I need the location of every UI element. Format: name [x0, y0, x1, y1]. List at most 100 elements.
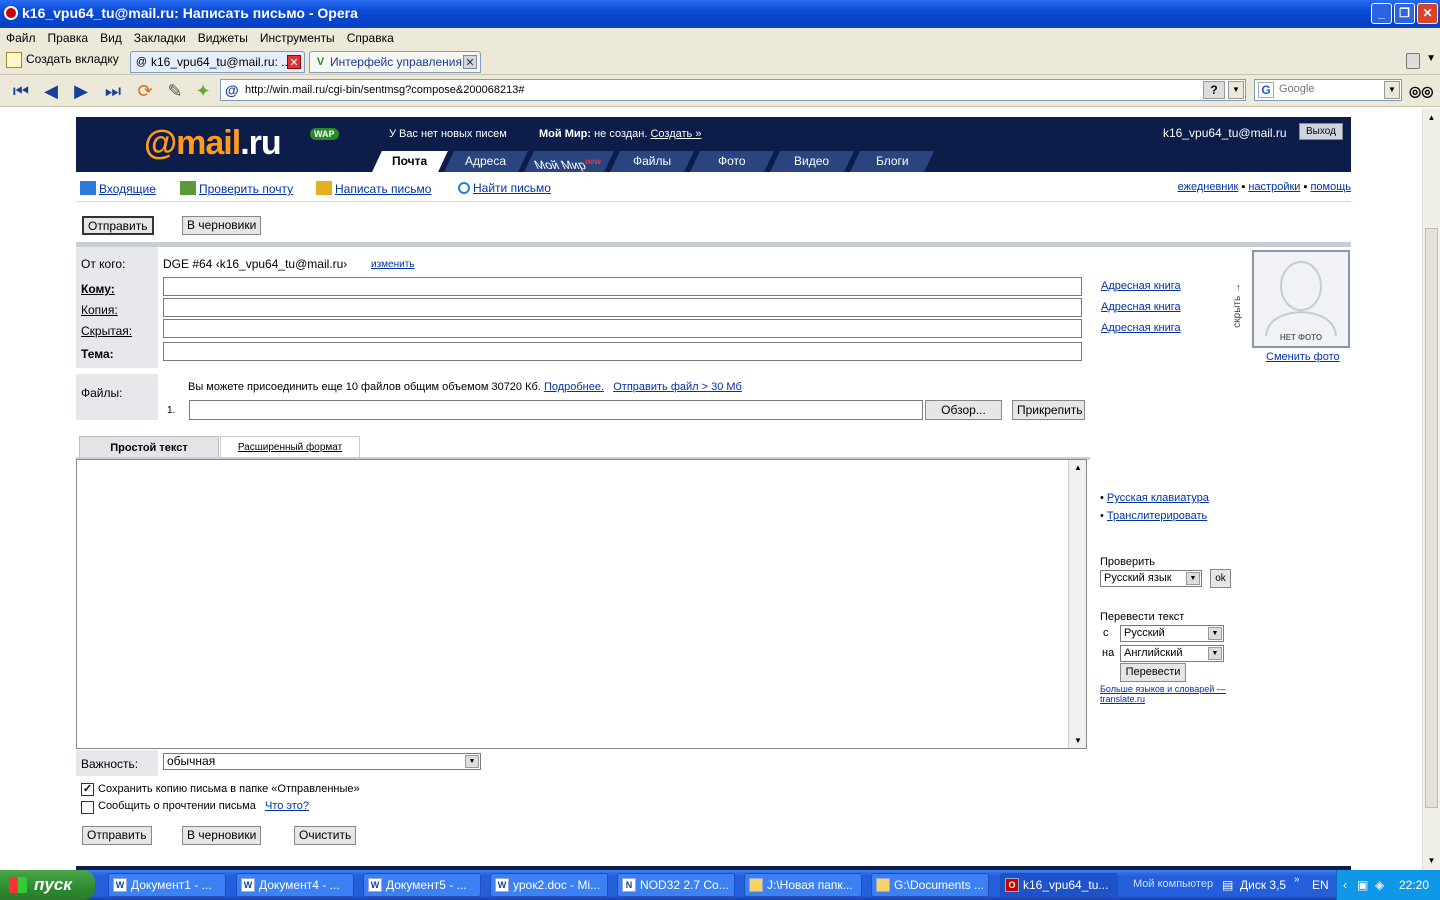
scroll-down-icon[interactable]: ▼ — [1071, 736, 1085, 745]
bcc-label[interactable]: Скрытая: — [81, 324, 132, 338]
find-mail-link[interactable]: Найти письмо — [458, 181, 551, 195]
to-input[interactable] — [163, 277, 1082, 296]
inbox-link[interactable]: Входящие — [80, 181, 156, 196]
save-copy-checkbox[interactable]: ✓ — [81, 783, 94, 796]
my-computer-toolbar[interactable]: Мой компьютер — [1133, 878, 1213, 890]
restore-button[interactable]: ❐ — [1394, 3, 1415, 24]
url-input[interactable] — [245, 82, 1195, 98]
change-photo-link[interactable]: Сменить фото — [1266, 351, 1340, 363]
menu-widgets[interactable]: Виджеты — [192, 28, 254, 45]
tab-blogs[interactable]: Блоги — [850, 151, 934, 172]
tab-photo[interactable]: Фото — [690, 151, 774, 172]
menu-bookmarks[interactable]: Закладки — [128, 28, 192, 45]
create-my-world-link[interactable]: Создать » — [650, 128, 701, 140]
subject-input[interactable] — [163, 342, 1082, 361]
glasses-icon[interactable]: ◎◎ — [1409, 83, 1433, 100]
cc-label[interactable]: Копия: — [81, 303, 118, 317]
send-button-bottom[interactable]: Отправить — [82, 826, 152, 845]
settings-link[interactable]: настройки — [1248, 181, 1300, 193]
importance-select[interactable]: обычная ▼ — [163, 753, 481, 770]
compose-link[interactable]: Написать письмо — [316, 181, 431, 196]
mailru-logo[interactable]: @mail.ru — [144, 124, 282, 163]
tray-arrow-icon[interactable]: ‹ — [1343, 878, 1347, 892]
page-scrollbar[interactable]: ▲ ▼ — [1422, 108, 1440, 870]
address-book-cc-link[interactable]: Адресная книга — [1101, 301, 1181, 313]
tab-video[interactable]: Видео — [770, 151, 854, 172]
editor-scrollbar[interactable]: ▲ ▼ — [1068, 460, 1086, 748]
close-tab-icon[interactable]: ✕ — [287, 55, 301, 69]
rewind-icon[interactable]: ⏮ — [10, 80, 32, 102]
menu-help[interactable]: Справка — [341, 28, 400, 45]
security-icon[interactable]: ◈ — [1375, 878, 1384, 892]
what-is-this-link[interactable]: Что это? — [265, 800, 309, 812]
task-folder-g[interactable]: G:\Documents ... — [871, 873, 989, 897]
address-book-bcc-link[interactable]: Адресная книга — [1101, 322, 1181, 334]
drafts-button-bottom[interactable]: В черновики — [182, 826, 262, 845]
translit-link[interactable]: Транслитерировать — [1107, 510, 1207, 522]
send-button-top[interactable]: Отправить — [82, 216, 154, 235]
hide-photo-link[interactable]: скрыть → — [1232, 283, 1243, 328]
message-body-input[interactable] — [79, 462, 1067, 746]
google-icon[interactable]: G — [1258, 82, 1274, 98]
network-icon[interactable]: ▣ — [1357, 878, 1368, 892]
menu-file[interactable]: Файл — [0, 28, 42, 45]
read-receipt-checkbox[interactable] — [81, 801, 94, 814]
clear-button[interactable]: Очистить — [294, 826, 357, 845]
to-label[interactable]: Кому: — [81, 282, 115, 296]
menu-tools[interactable]: Инструменты — [254, 28, 341, 45]
language-indicator[interactable]: EN — [1312, 878, 1329, 892]
change-sender-link[interactable]: изменить — [371, 259, 415, 270]
tab-mail[interactable]: @ k16_vpu64_tu@mail.ru: ... ✕ — [130, 51, 305, 73]
translate-button[interactable]: Перевести — [1120, 663, 1186, 682]
back-icon[interactable]: ◀ — [40, 80, 62, 102]
close-tab-icon[interactable]: ✕ — [463, 55, 477, 69]
wand-icon[interactable]: ✦ — [192, 80, 214, 102]
disk-icon[interactable]: ▤ — [1222, 878, 1233, 892]
start-button[interactable]: пуск — [0, 870, 95, 900]
ru-keyboard-link[interactable]: Русская клавиатура — [1107, 492, 1209, 504]
more-languages-link[interactable]: Больше языков и словарей — translate.ru — [1100, 684, 1226, 704]
task-document1[interactable]: W Документ1 - ... — [108, 873, 226, 897]
task-opera[interactable]: Ok16_vpu64_tu... — [1000, 873, 1118, 897]
task-document4[interactable]: W Документ4 - ... — [236, 873, 354, 897]
reload-icon[interactable]: ⟳ — [134, 80, 156, 102]
translate-from-select[interactable]: Русский ▼ — [1120, 625, 1224, 642]
tab-interface[interactable]: V Интерфейс управления... ✕ — [309, 51, 481, 73]
url-dropdown-icon[interactable]: ▼ — [1228, 81, 1244, 99]
spell-lang-select[interactable]: Русский язык ▼ — [1100, 570, 1202, 587]
diary-link[interactable]: ежедневник — [1178, 181, 1239, 193]
tab-files[interactable]: Файлы — [610, 151, 694, 172]
disk-toolbar[interactable]: Диск 3,5 — [1240, 878, 1286, 892]
menu-view[interactable]: Вид — [94, 28, 128, 45]
tab-my-world[interactable]: Мой Мирnew — [524, 151, 614, 172]
address-book-to-link[interactable]: Адресная книга — [1101, 280, 1181, 292]
task-document5[interactable]: W Документ5 - ... — [363, 873, 481, 897]
task-nod32[interactable]: N NOD32 2.7 Co... — [617, 873, 735, 897]
translate-to-select[interactable]: Английский ▼ — [1120, 645, 1224, 662]
task-urok2[interactable]: Wурок2.doc - Mi... — [490, 873, 608, 897]
logout-button[interactable]: Выход — [1299, 123, 1343, 140]
help-button[interactable]: ? — [1203, 81, 1225, 99]
scroll-up-icon[interactable]: ▲ — [1424, 110, 1439, 125]
search-dropdown-icon[interactable]: ▼ — [1384, 81, 1400, 99]
scroll-up-icon[interactable]: ▲ — [1071, 463, 1085, 472]
forward-icon[interactable]: ▶ — [70, 80, 92, 102]
new-tab-button[interactable]: Создать вкладку — [6, 52, 119, 72]
task-folder-j[interactable]: J:\Новая папк... — [744, 873, 862, 897]
minimize-button[interactable]: _ — [1371, 3, 1392, 24]
chevron-down-icon[interactable]: ▼ — [1426, 53, 1436, 64]
wap-badge[interactable]: WAP — [310, 128, 339, 140]
file-path-input[interactable] — [189, 400, 923, 420]
check-mail-link[interactable]: Проверить почту — [180, 181, 293, 196]
attach-button[interactable]: Прикрепить — [1012, 400, 1085, 420]
fast-forward-icon[interactable]: ⏭ — [102, 80, 124, 102]
bcc-input[interactable] — [163, 319, 1082, 338]
tab-addresses[interactable]: Адреса — [444, 151, 528, 172]
tab-plain-text[interactable]: Простой текст — [79, 436, 219, 458]
tab-rich-format[interactable]: Расширенный формат — [220, 436, 360, 458]
drafts-button-top[interactable]: В черновики — [182, 216, 262, 235]
help-link[interactable]: помощь — [1310, 181, 1351, 193]
tab-mail-service[interactable]: Почта — [372, 151, 448, 172]
browse-button[interactable]: Обзор... — [925, 400, 1002, 420]
cc-input[interactable] — [163, 298, 1082, 317]
